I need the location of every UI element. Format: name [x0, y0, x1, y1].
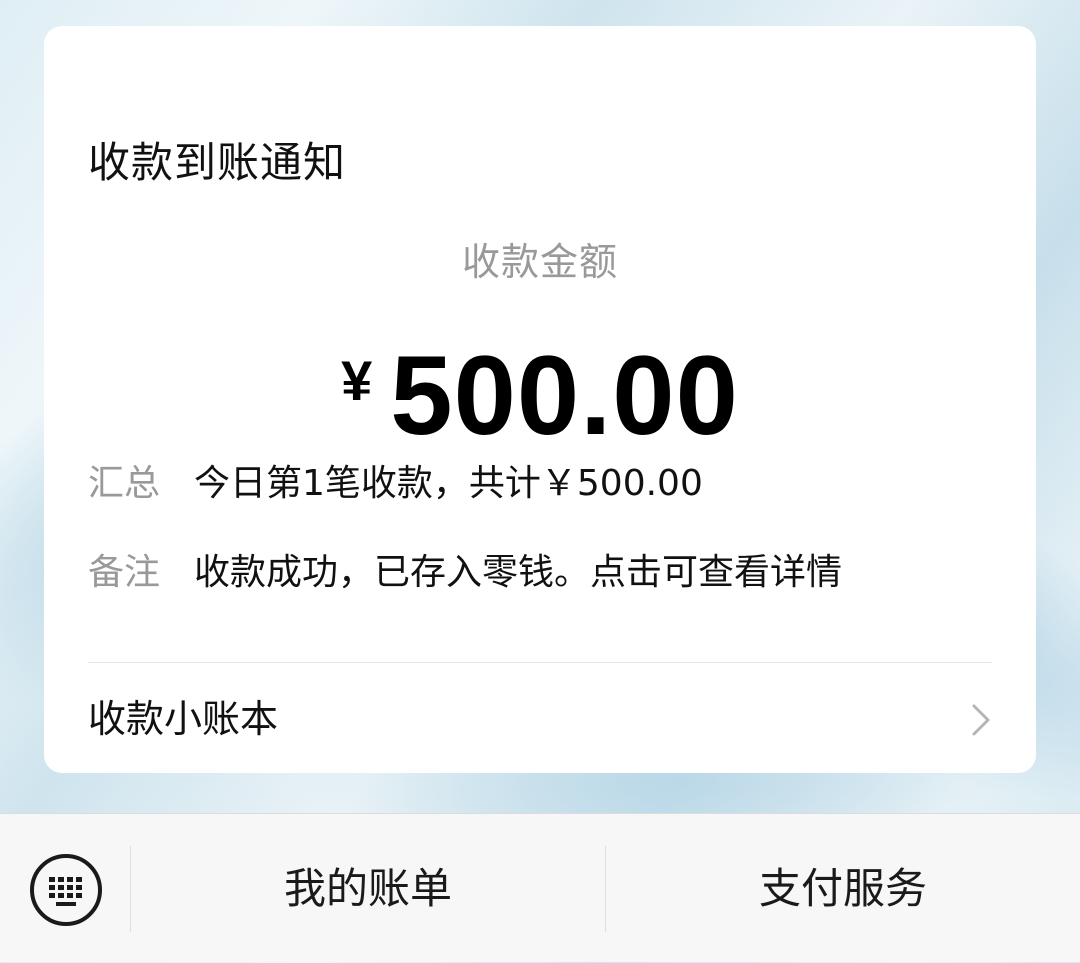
my-bills-button[interactable]: 我的账单 — [131, 814, 605, 963]
ledger-link[interactable]: 收款小账本 — [44, 663, 1036, 773]
summary-key: 汇总 — [88, 463, 161, 504]
card-title: 收款到账通知 — [88, 138, 347, 187]
remark-row: 备注 收款成功，已存入零钱。点击可查看详情 — [88, 548, 842, 598]
amount-label: 收款金额 — [461, 240, 618, 284]
payment-notification-card[interactable]: 收款到账通知 收款金额 ¥500.00 汇总 今日第1笔收款，共计￥500.00 … — [44, 26, 1036, 773]
currency-symbol: ¥ — [341, 349, 373, 412]
amount-value: 500.00 — [390, 333, 739, 458]
summary-row: 汇总 今日第1笔收款，共计￥500.00 — [88, 459, 703, 509]
keyboard-icon[interactable] — [28, 852, 104, 928]
amount-display: ¥500.00 — [44, 326, 1036, 466]
bottom-menu-bar: 我的账单 支付服务 — [0, 813, 1080, 962]
remark-value: 收款成功，已存入零钱。点击可查看详情 — [194, 552, 843, 593]
remark-key: 备注 — [88, 552, 161, 593]
summary-value: 今日第1笔收款，共计￥500.00 — [194, 463, 703, 504]
ledger-label: 收款小账本 — [88, 697, 279, 741]
payment-services-button[interactable]: 支付服务 — [606, 814, 1080, 963]
chevron-right-icon — [972, 704, 990, 736]
